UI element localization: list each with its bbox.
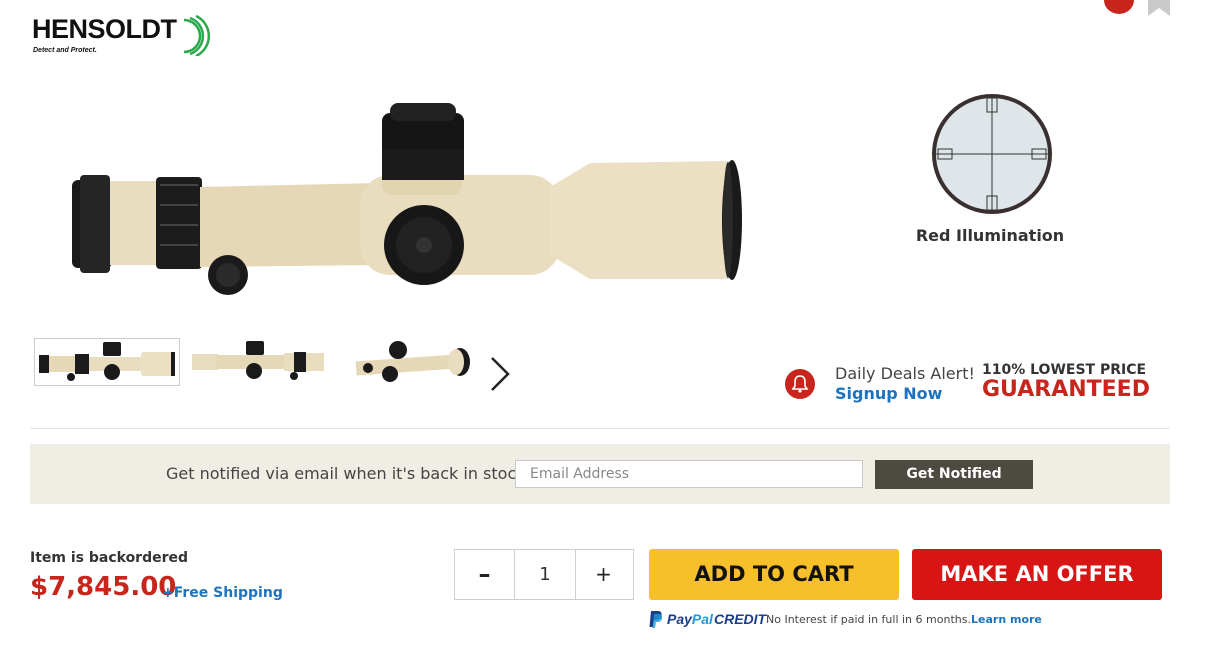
qty-input[interactable]: 1 — [514, 550, 576, 599]
divider — [30, 428, 1170, 429]
bookmark-icon[interactable] — [1148, 0, 1170, 16]
thumbnail-1[interactable] — [34, 338, 180, 386]
brand-tagline: Detect and Protect. — [33, 47, 97, 54]
chevron-right-icon[interactable] — [486, 354, 514, 394]
thumbnail-2-image — [192, 341, 324, 380]
paypal-icon — [649, 611, 663, 628]
deals-signup-link[interactable]: Signup Now — [835, 384, 942, 403]
deals-title: Daily Deals Alert! — [835, 364, 975, 383]
guaranteed-text: GUARANTEED — [982, 377, 1150, 402]
qty-decrement-button[interactable]: – — [455, 550, 514, 599]
qty-increment-button[interactable]: + — [574, 550, 633, 599]
stock-status: Item is backordered — [30, 550, 189, 566]
make-offer-button[interactable]: MAKE AN OFFER — [912, 549, 1162, 600]
add-to-cart-button[interactable]: ADD TO CART — [649, 549, 899, 600]
deal-alert-icon[interactable] — [1104, 0, 1134, 14]
paypal-credit-label: CREDIT — [714, 611, 767, 627]
paypal-note: No Interest if paid in full in 6 months. — [766, 613, 971, 626]
thumbnail-3[interactable] — [350, 338, 494, 384]
thumbnail-2[interactable] — [188, 338, 332, 384]
email-field[interactable] — [515, 460, 863, 488]
thumbnail-1-image — [39, 342, 175, 381]
thumbnail-3-image — [355, 341, 470, 382]
notify-text: Get notified via email when it's back in… — [166, 464, 531, 483]
quantity-stepper: – 1 + — [454, 549, 634, 600]
get-notified-button[interactable]: Get Notified — [875, 460, 1033, 489]
paypal-pal: Pal — [691, 611, 713, 627]
paypal-pay: Pay — [667, 611, 692, 627]
free-shipping-link[interactable]: +Free Shipping — [162, 585, 283, 601]
brand-name: HENSOLDT — [32, 14, 177, 44]
alert-bell-icon — [785, 369, 815, 399]
paypal-learn-more-link[interactable]: Learn more — [971, 613, 1042, 626]
reticle-image[interactable] — [928, 92, 1056, 216]
reticle-label: Red Illumination — [915, 226, 1065, 245]
paypal-wordmark: PayPal — [667, 611, 713, 627]
lowest-price-text: 110% LOWEST PRICE — [982, 362, 1147, 378]
main-product-image[interactable] — [60, 95, 750, 310]
price: $7,845.00 — [30, 572, 177, 602]
alert-bell-glyph — [791, 375, 809, 393]
brand-arc-icon — [183, 14, 211, 56]
brand-logo[interactable]: HENSOLDT Detect and Protect. — [32, 14, 212, 60]
